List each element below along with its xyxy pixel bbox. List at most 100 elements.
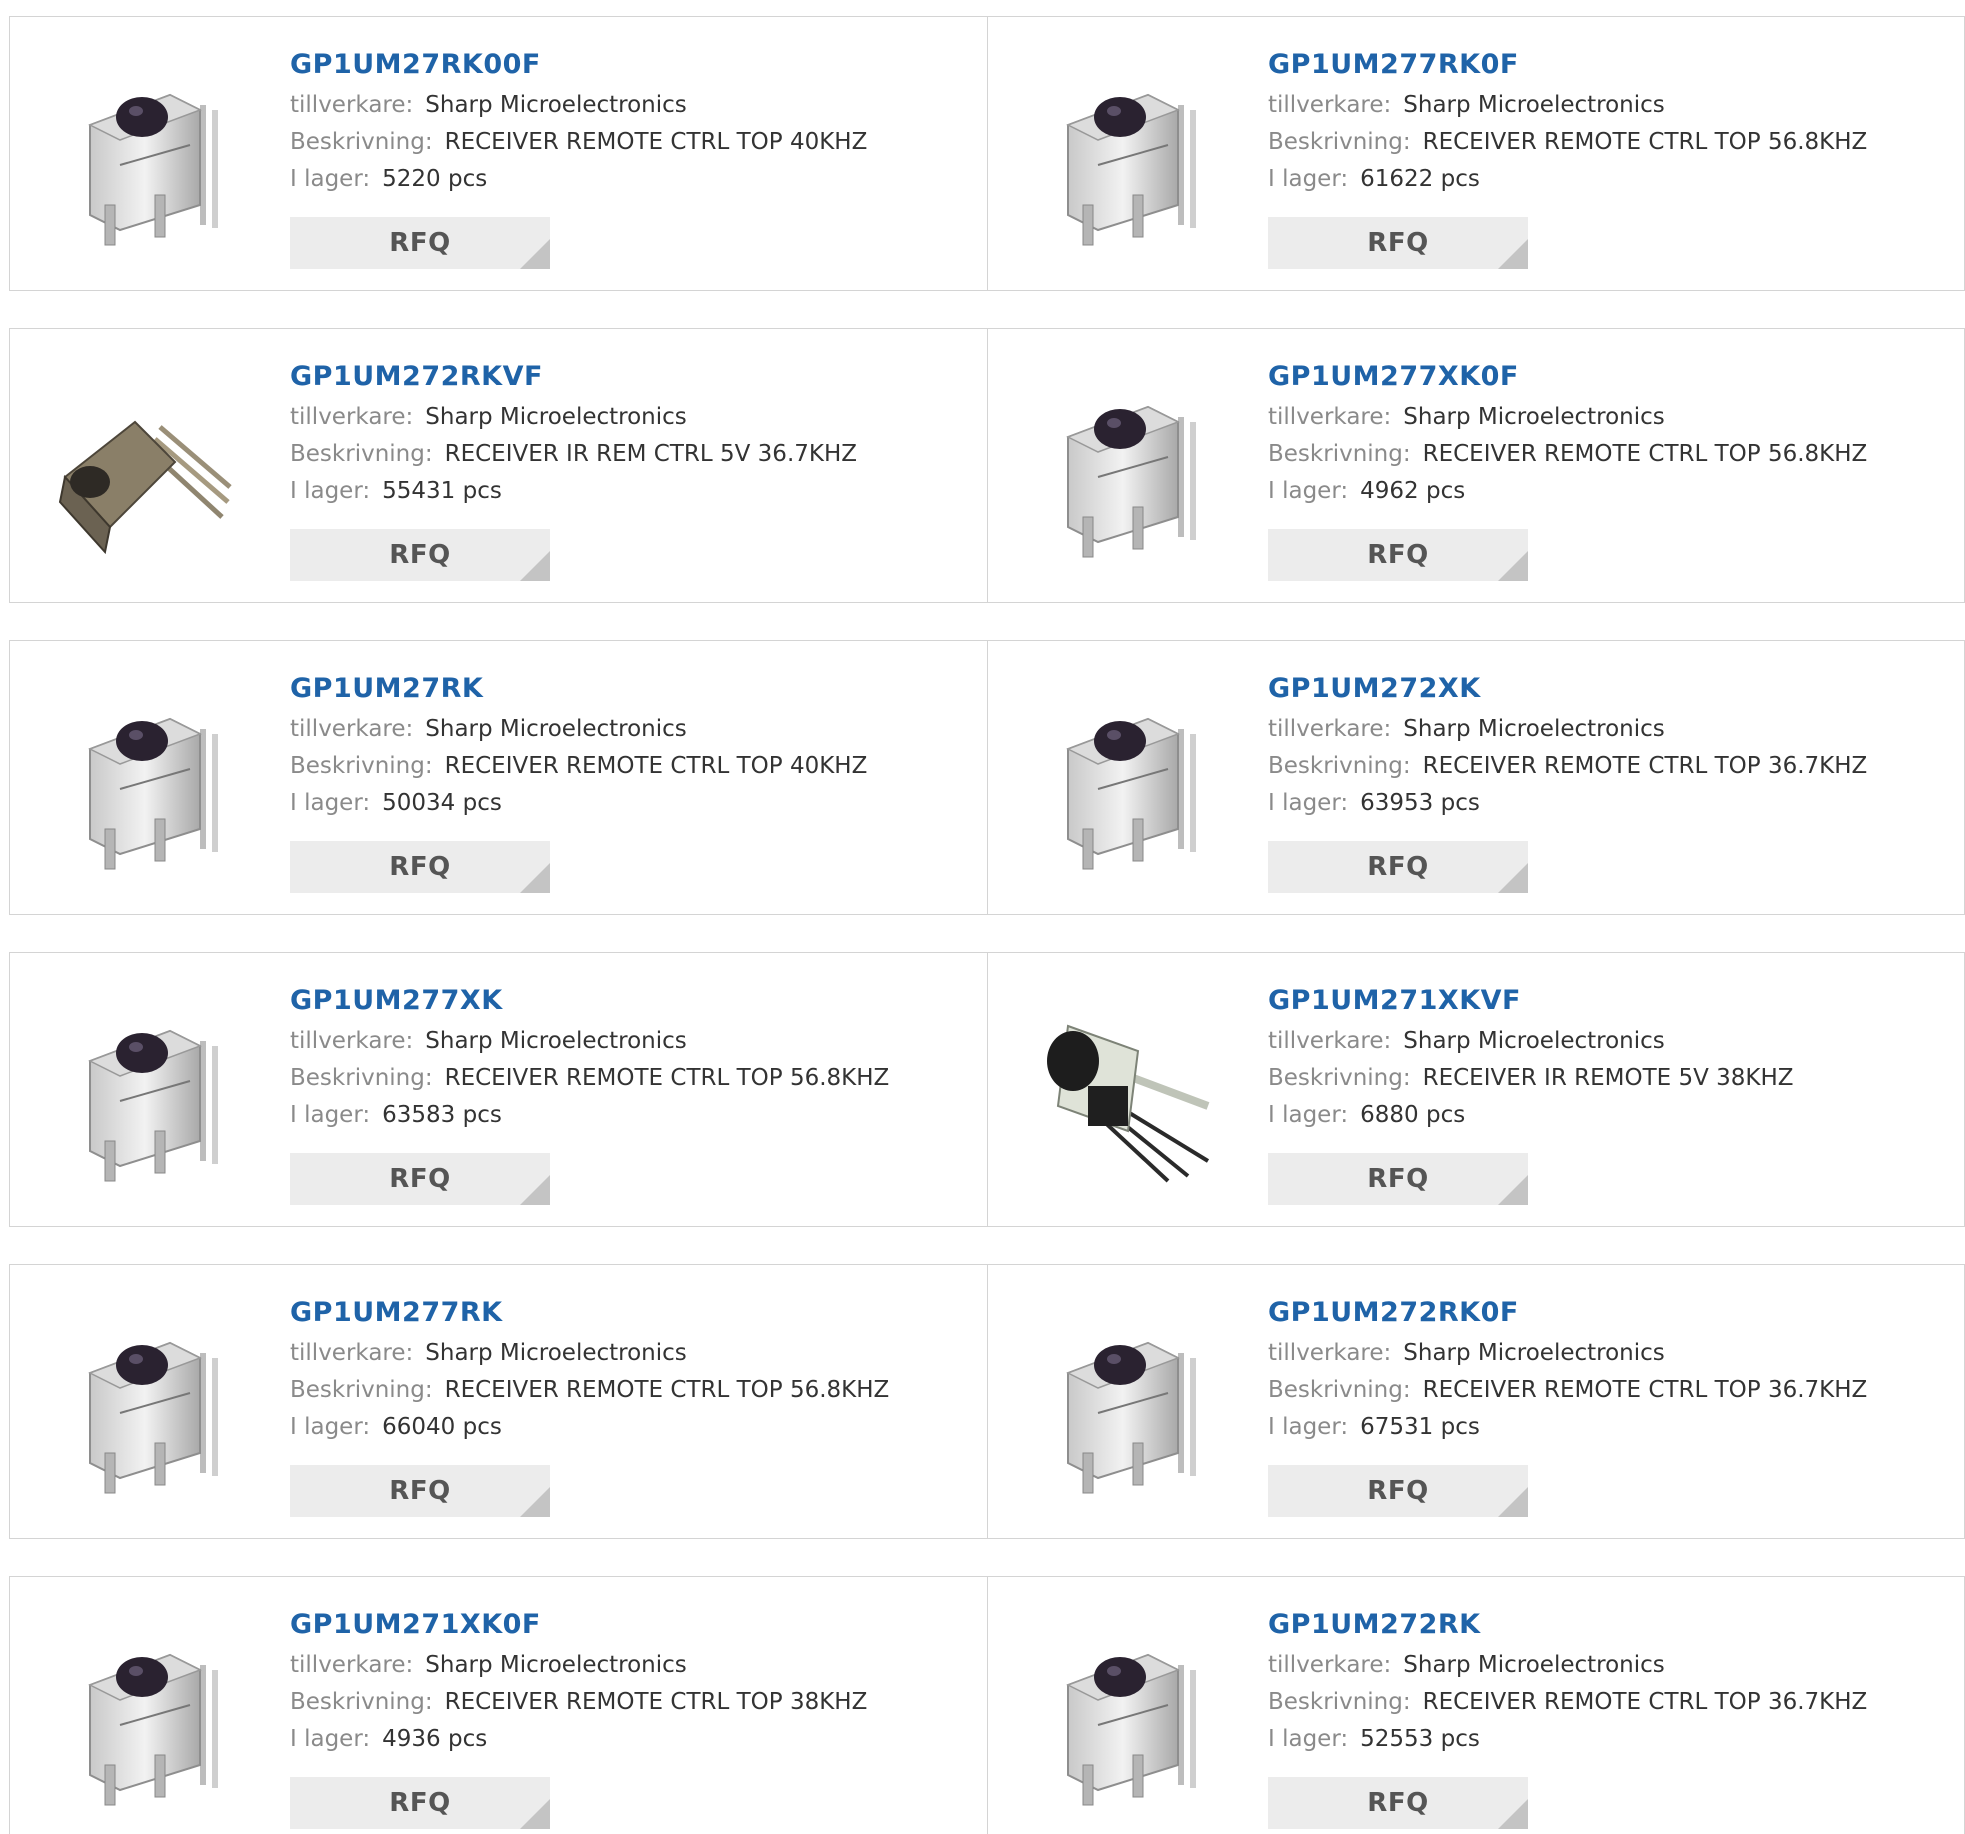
rfq-button[interactable]: RFQ <box>1268 529 1528 581</box>
description-row: Beskrivning: RECEIVER REMOTE CTRL TOP 36.… <box>1268 1684 1954 1721</box>
part-number-link[interactable]: GP1UM277RK0F <box>1268 47 1954 87</box>
rfq-button[interactable]: RFQ <box>1268 1153 1528 1205</box>
part-number-link[interactable]: GP1UM271XKVF <box>1268 983 1954 1023</box>
description-value: RECEIVER REMOTE CTRL TOP 36.7KHZ <box>1422 753 1868 779</box>
rfq-button[interactable]: RFQ <box>290 217 550 269</box>
product-card: GP1UM277XK tillverkare: Sharp Microelectr… <box>10 953 987 1226</box>
part-number-link[interactable]: GP1UM272RK0F <box>1268 1295 1954 1335</box>
rfq-button[interactable]: RFQ <box>290 1465 550 1517</box>
stock-row: I lager: 4936 pcs <box>290 1721 977 1758</box>
manufacturer-value: Sharp Microelectronics <box>425 716 687 742</box>
product-image[interactable] <box>50 55 250 255</box>
stock-value: 67531 pcs <box>1360 1414 1480 1440</box>
product-info: GP1UM27RK tillverkare: Sharp Microelectro… <box>290 671 977 822</box>
stock-label: I lager: <box>290 1414 371 1440</box>
description-label: Beskrivning: <box>290 129 433 155</box>
rfq-button[interactable]: RFQ <box>1268 841 1528 893</box>
product-image[interactable] <box>1028 1303 1228 1503</box>
product-image[interactable] <box>50 367 250 567</box>
part-number-link[interactable]: GP1UM27RK <box>290 671 977 711</box>
manufacturer-row: tillverkare: Sharp Microelectronics <box>1268 1335 1954 1372</box>
manufacturer-row: tillverkare: Sharp Microelectronics <box>1268 1647 1954 1684</box>
manufacturer-row: tillverkare: Sharp Microelectronics <box>1268 711 1954 748</box>
description-row: Beskrivning: RECEIVER REMOTE CTRL TOP 56.… <box>290 1060 977 1097</box>
product-info: GP1UM271XK0F tillverkare: Sharp Microelec… <box>290 1607 977 1758</box>
manufacturer-value: Sharp Microelectronics <box>425 1652 687 1678</box>
rfq-button[interactable]: RFQ <box>1268 217 1528 269</box>
manufacturer-label: tillverkare: <box>290 92 414 118</box>
stock-value: 4936 pcs <box>382 1726 488 1752</box>
manufacturer-row: tillverkare: Sharp Microelectronics <box>290 1647 977 1684</box>
description-label: Beskrivning: <box>1268 129 1411 155</box>
stock-row: I lager: 5220 pcs <box>290 161 977 198</box>
rfq-button[interactable]: RFQ <box>290 529 550 581</box>
description-value: RECEIVER REMOTE CTRL TOP 40KHZ <box>444 753 868 779</box>
product-image[interactable] <box>1028 1615 1228 1815</box>
product-image[interactable] <box>1028 367 1228 567</box>
stock-label: I lager: <box>290 790 371 816</box>
corner-triangle-icon <box>520 1799 550 1829</box>
product-image[interactable] <box>1028 991 1228 1191</box>
corner-triangle-icon <box>1498 1799 1528 1829</box>
manufacturer-row: tillverkare: Sharp Microelectronics <box>290 711 977 748</box>
product-image[interactable] <box>50 991 250 1191</box>
description-label: Beskrivning: <box>290 441 433 467</box>
stock-row: I lager: 61622 pcs <box>1268 161 1954 198</box>
description-row: Beskrivning: RECEIVER REMOTE CTRL TOP 38K… <box>290 1684 977 1721</box>
rfq-button[interactable]: RFQ <box>1268 1777 1528 1829</box>
rfq-button[interactable]: RFQ <box>290 841 550 893</box>
description-value: RECEIVER REMOTE CTRL TOP 38KHZ <box>444 1689 868 1715</box>
description-row: Beskrivning: RECEIVER IR REM CTRL 5V 36.7… <box>290 436 977 473</box>
product-image[interactable] <box>1028 679 1228 879</box>
product-info: GP1UM271XKVF tillverkare: Sharp Microelec… <box>1268 983 1954 1134</box>
part-number-link[interactable]: GP1UM277XK0F <box>1268 359 1954 399</box>
product-image[interactable] <box>1028 55 1228 255</box>
product-image[interactable] <box>50 1615 250 1815</box>
product-info: GP1UM277RK0F tillverkare: Sharp Microelec… <box>1268 47 1954 198</box>
description-label: Beskrivning: <box>1268 1689 1411 1715</box>
description-row: Beskrivning: RECEIVER REMOTE CTRL TOP 56.… <box>1268 124 1954 161</box>
manufacturer-row: tillverkare: Sharp Microelectronics <box>1268 399 1954 436</box>
product-card: GP1UM27RK00F tillverkare: Sharp Microelec… <box>10 17 987 290</box>
product-card: GP1UM272RKVF tillverkare: Sharp Microelec… <box>10 329 987 602</box>
product-info: GP1UM277RK tillverkare: Sharp Microelectr… <box>290 1295 977 1446</box>
description-label: Beskrivning: <box>1268 1065 1411 1091</box>
stock-label: I lager: <box>1268 790 1349 816</box>
description-row: Beskrivning: RECEIVER REMOTE CTRL TOP 40K… <box>290 124 977 161</box>
rfq-button[interactable]: RFQ <box>290 1777 550 1829</box>
part-number-link[interactable]: GP1UM271XK0F <box>290 1607 977 1647</box>
manufacturer-value: Sharp Microelectronics <box>1403 92 1665 118</box>
stock-label: I lager: <box>290 166 371 192</box>
stock-label: I lager: <box>1268 166 1349 192</box>
part-number-link[interactable]: GP1UM277RK <box>290 1295 977 1335</box>
part-number-link[interactable]: GP1UM27RK00F <box>290 47 977 87</box>
rfq-label: RFQ <box>1367 228 1429 258</box>
stock-row: I lager: 4962 pcs <box>1268 473 1954 510</box>
description-row: Beskrivning: RECEIVER REMOTE CTRL TOP 36.… <box>1268 1372 1954 1409</box>
stock-label: I lager: <box>1268 1414 1349 1440</box>
product-info: GP1UM272XK tillverkare: Sharp Microelectr… <box>1268 671 1954 822</box>
stock-label: I lager: <box>1268 1102 1349 1128</box>
description-value: RECEIVER REMOTE CTRL TOP 36.7KHZ <box>1422 1377 1868 1403</box>
description-label: Beskrivning: <box>290 753 433 779</box>
stock-value: 5220 pcs <box>382 166 488 192</box>
stock-value: 61622 pcs <box>1360 166 1480 192</box>
manufacturer-label: tillverkare: <box>290 404 414 430</box>
stock-row: I lager: 63583 pcs <box>290 1097 977 1134</box>
stock-value: 50034 pcs <box>382 790 502 816</box>
description-label: Beskrivning: <box>1268 441 1411 467</box>
rfq-button[interactable]: RFQ <box>290 1153 550 1205</box>
product-image[interactable] <box>50 679 250 879</box>
product-image[interactable] <box>50 1303 250 1503</box>
stock-label: I lager: <box>290 1726 371 1752</box>
part-number-link[interactable]: GP1UM272RK <box>1268 1607 1954 1647</box>
stock-row: I lager: 63953 pcs <box>1268 785 1954 822</box>
manufacturer-label: tillverkare: <box>290 1028 414 1054</box>
part-number-link[interactable]: GP1UM272RKVF <box>290 359 977 399</box>
part-number-link[interactable]: GP1UM272XK <box>1268 671 1954 711</box>
corner-triangle-icon <box>520 863 550 893</box>
product-info: GP1UM272RK0F tillverkare: Sharp Microelec… <box>1268 1295 1954 1446</box>
part-number-link[interactable]: GP1UM277XK <box>290 983 977 1023</box>
rfq-button[interactable]: RFQ <box>1268 1465 1528 1517</box>
stock-row: I lager: 66040 pcs <box>290 1409 977 1446</box>
